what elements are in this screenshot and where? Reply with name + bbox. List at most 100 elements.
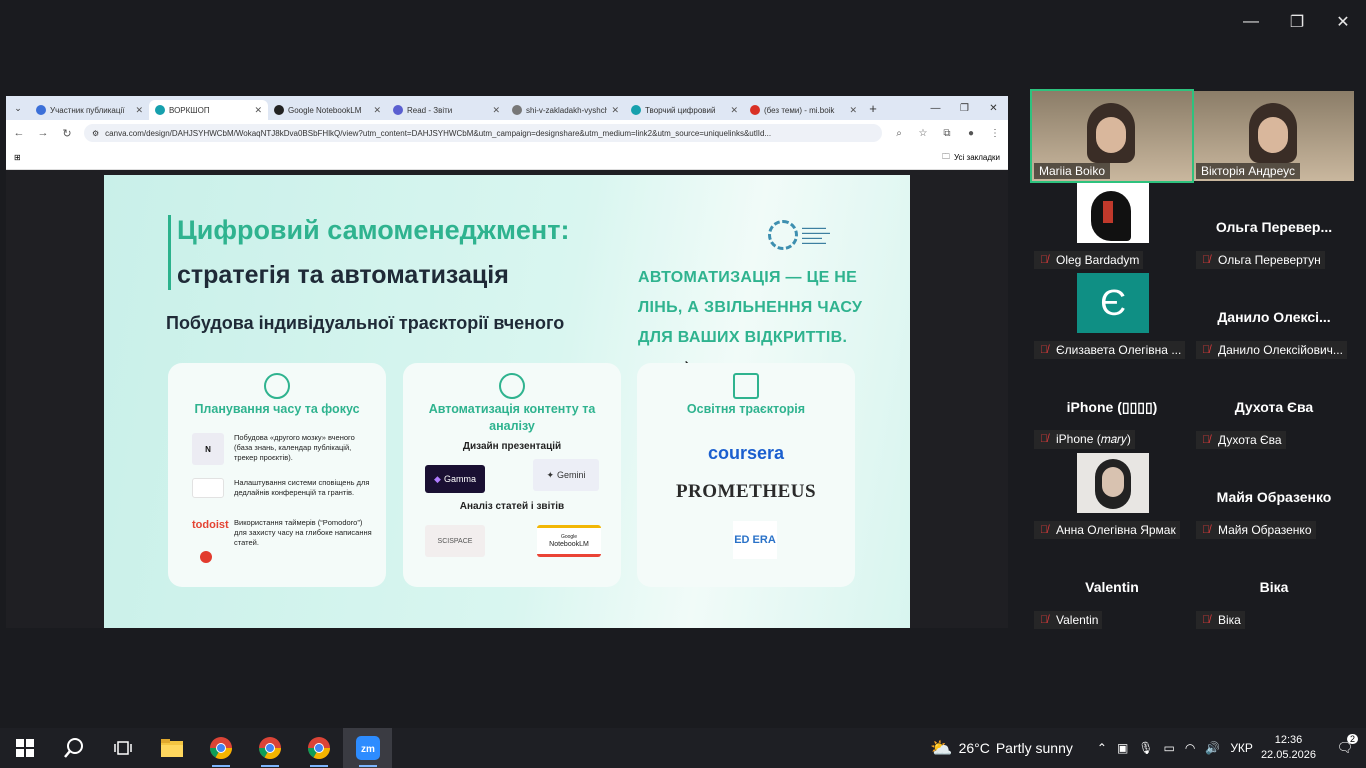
minimize-icon[interactable]: — (1228, 0, 1274, 44)
chrome-profile-button[interactable] (245, 728, 294, 768)
chrome-icon (209, 737, 232, 759)
item-text: Налаштування системи сповіщень для дедла… (234, 478, 370, 497)
participant-label: 🎙̸ Oleg Bardadym (1034, 251, 1144, 269)
calendar-app-icon (192, 478, 224, 498)
gamma-logo: ◆ Gamma (425, 465, 485, 493)
forward-icon[interactable]: → (36, 127, 50, 139)
volume-icon[interactable]: 🔊 (1205, 741, 1220, 755)
bookmark-star-icon[interactable]: ☆ (916, 128, 930, 139)
participant-display-name: Віка (1259, 579, 1289, 595)
browser-restore-icon[interactable]: ❐ (950, 103, 979, 114)
browser-tab[interactable]: ВОРКШОП ✕ (149, 100, 268, 120)
clock[interactable]: 12:36 22.05.2026 (1261, 733, 1316, 763)
browser-tab[interactable]: Read - Звіти ✕ (387, 100, 506, 120)
browser-toolbar: ← → ↻ ⚙ canva.com/design/DAHJSYHWCbM/Wok… (6, 120, 1008, 146)
muted-mic-icon: 🎙̸ (1202, 434, 1211, 446)
partly-sunny-icon: ⛅ (930, 737, 953, 758)
participant-display-name: Майя Образенко (1216, 489, 1332, 505)
profile-picture (1077, 453, 1149, 513)
tab-close-icon[interactable]: ✕ (135, 105, 143, 116)
zoom-button[interactable]: zm (343, 728, 392, 768)
browser-tab[interactable]: Google NotebookLM ✕ (268, 100, 387, 120)
tab-title: Google NotebookLM (288, 105, 362, 115)
new-tab-button[interactable]: + (863, 101, 883, 116)
participant-tile[interactable]: Mariia Boiko (1030, 89, 1194, 183)
meet-now-icon[interactable]: ▣ (1117, 741, 1128, 755)
coursera-logo: coursera (707, 443, 785, 463)
all-bookmarks[interactable]: Усі закладки (954, 153, 1000, 162)
file-explorer-button[interactable] (147, 728, 196, 768)
participant-tile[interactable]: Ольга Перевер... 🎙̸ Ольга Перевертун (1194, 183, 1354, 273)
participant-tile[interactable]: iPhone (▯▯▯▯) 🎙̸ iPhone (𝑚𝑎𝑟𝑦) (1032, 363, 1192, 453)
restore-icon[interactable]: ❐ (1274, 0, 1320, 44)
browser-tab[interactable]: shi-v-zakladakh-vyshch ✕ (506, 100, 625, 120)
browser-tab[interactable]: (без теми) - mi.boik ✕ (744, 100, 863, 120)
microphone-icon[interactable]: 🎙 (1138, 741, 1153, 755)
extensions-icon[interactable]: ⧉ (940, 128, 954, 139)
language-indicator[interactable]: УКР (1230, 741, 1253, 755)
battery-icon[interactable]: ▭ (1164, 741, 1175, 755)
clock-time: 12:36 (1274, 734, 1303, 746)
notebooklm-logo: Google NotebookLM (537, 525, 601, 557)
participant-tile[interactable]: 🎙̸ Анна Олегівна Ярмак (1032, 453, 1192, 543)
notification-count: 2 (1346, 734, 1358, 744)
tab-close-icon[interactable]: ✕ (849, 105, 857, 116)
menu-icon[interactable]: ⋮ (988, 128, 1002, 139)
participant-label: 🎙̸ Данило Олексійович... (1196, 341, 1347, 359)
participant-tile[interactable]: Майя Образенко 🎙̸ Майя Образенко (1194, 453, 1354, 543)
wifi-icon[interactable]: ◠ (1185, 741, 1195, 755)
participant-tile[interactable]: Віка 🎙̸ Віка (1194, 543, 1354, 633)
browser-tab[interactable]: Участник публикації ✕ (30, 100, 149, 120)
task-view-button[interactable] (98, 728, 147, 768)
search-button[interactable] (49, 728, 98, 768)
clock-icon (264, 373, 290, 399)
notifications-button[interactable]: 🗨 2 (1330, 734, 1360, 756)
tab-close-icon[interactable]: ✕ (254, 105, 262, 116)
face (1258, 117, 1288, 153)
participant-video: Вікторія Андреус (1194, 91, 1354, 181)
face (1096, 117, 1126, 153)
participant-tile[interactable]: Вікторія Андреус (1194, 91, 1354, 181)
participant-tile[interactable]: Valentin 🎙̸ Valentin (1032, 543, 1192, 633)
muted-mic-icon: 🎙̸ (1202, 344, 1211, 356)
profile-icon[interactable]: ● (964, 128, 978, 139)
book-lamp-icon (733, 373, 759, 399)
tab-title: ВОРКШОП (169, 105, 210, 115)
zoom-icon[interactable]: ⌕ (892, 128, 906, 139)
browser-minimize-icon[interactable]: — (921, 103, 950, 114)
participant-tile[interactable]: Данило Олексі... 🎙̸ Данило Олексійович... (1194, 273, 1354, 363)
participant-tile[interactable]: Є 🎙̸ Єлизавета Олегівна ... (1032, 273, 1192, 363)
browser-window-controls: — ❐ ✕ (921, 103, 1008, 114)
bookmarks-bar: ⊞ 🗀 Усі закладки (6, 146, 1008, 170)
chevron-up-icon[interactable]: ⌃ (1097, 741, 1107, 755)
chrome-profile-b-button[interactable] (294, 728, 343, 768)
browser-tab[interactable]: Творчий цифровий ✕ (625, 100, 744, 120)
browser-close-icon[interactable]: ✕ (979, 103, 1008, 114)
tab-close-icon[interactable]: ✕ (730, 105, 738, 116)
address-bar[interactable]: ⚙ canva.com/design/DAHJSYHWCbM/WokaqNTJ8… (84, 124, 882, 142)
close-icon[interactable]: ✕ (1320, 0, 1366, 44)
shared-browser-window: ⌄ Участник публикації ✕ ВОРКШОП ✕ Google Not… (6, 96, 1008, 628)
weather-widget[interactable]: ⛅ 26°C Partly sunny (930, 738, 1073, 759)
tab-close-icon[interactable]: ✕ (373, 105, 381, 116)
tab-title: Read - Звіти (407, 105, 453, 115)
tab-search-icon[interactable]: ⌄ (6, 103, 30, 114)
chrome-button[interactable] (196, 728, 245, 768)
participant-display-name: Духота Єва (1234, 399, 1314, 415)
participant-display-name: Ольга Перевер... (1215, 219, 1333, 235)
tab-close-icon[interactable]: ✕ (492, 105, 500, 116)
search-icon (63, 738, 83, 758)
start-button[interactable] (0, 728, 49, 768)
card-time-planning: Планування часу та фокус N Побудова «дру… (168, 363, 386, 587)
reload-icon[interactable]: ↻ (60, 127, 74, 140)
participant-tile[interactable]: 🎙̸ Oleg Bardadym (1032, 183, 1192, 273)
tab-close-icon[interactable]: ✕ (611, 105, 619, 116)
apps-icon[interactable]: ⊞ (14, 153, 21, 162)
tab-title: Творчий цифровий (645, 105, 716, 115)
edera-logo: ED ERA (733, 521, 777, 559)
participant-tile[interactable]: Духота Єва 🎙̸ Духота Єва (1194, 363, 1354, 453)
gamma-icon: ◆ (434, 473, 441, 484)
site-info-icon[interactable]: ⚙ (92, 129, 99, 138)
back-icon[interactable]: ← (12, 127, 26, 139)
card-title: Автоматизація контенту та аналізу (428, 402, 596, 433)
